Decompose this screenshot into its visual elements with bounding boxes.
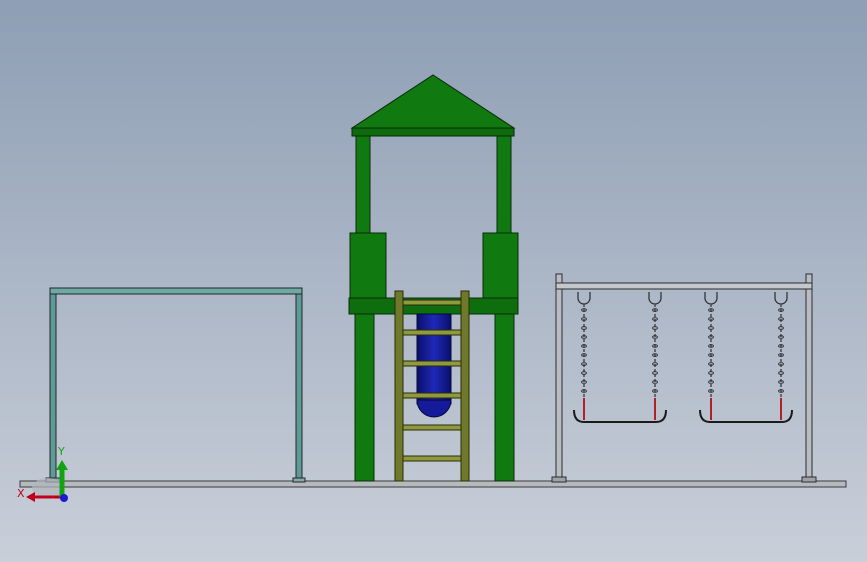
ladder-rail-right	[460, 290, 470, 482]
swing-left-foot	[551, 476, 567, 483]
bar-top-rail	[49, 287, 303, 295]
bar-right-post	[295, 287, 303, 482]
tower-lower-post-right	[494, 313, 515, 482]
triad-origin-shadow	[32, 478, 64, 498]
ladder-rung	[402, 329, 462, 336]
triad-z-axis	[60, 494, 68, 502]
ladder-rung	[402, 392, 462, 399]
triad-x-label: X	[17, 487, 25, 500]
bar-left-post	[49, 287, 57, 482]
swing-top-beam	[555, 282, 813, 290]
swing-right-post	[805, 273, 813, 482]
bar-right-foot	[292, 477, 306, 483]
ladder-rung	[402, 299, 462, 306]
tower-upper-post-left	[355, 135, 371, 235]
ladder-rung	[402, 360, 462, 367]
ladder-rail-left	[394, 290, 404, 482]
tower-roof-beam	[351, 127, 515, 137]
tower-side-panel-left	[349, 232, 387, 300]
ladder-rung	[402, 455, 462, 462]
slide-tube-body	[416, 313, 452, 405]
tower-lower-post-left	[354, 313, 375, 482]
ground-plane	[19, 480, 847, 488]
swing-left-post	[555, 273, 563, 482]
cad-viewport[interactable]: X Y	[0, 0, 867, 562]
swing-right-foot	[801, 476, 817, 483]
tower-side-panel-right	[482, 232, 519, 300]
tower-upper-post-right	[496, 135, 512, 235]
ladder-rung	[402, 424, 462, 431]
triad-y-label: Y	[57, 445, 65, 458]
